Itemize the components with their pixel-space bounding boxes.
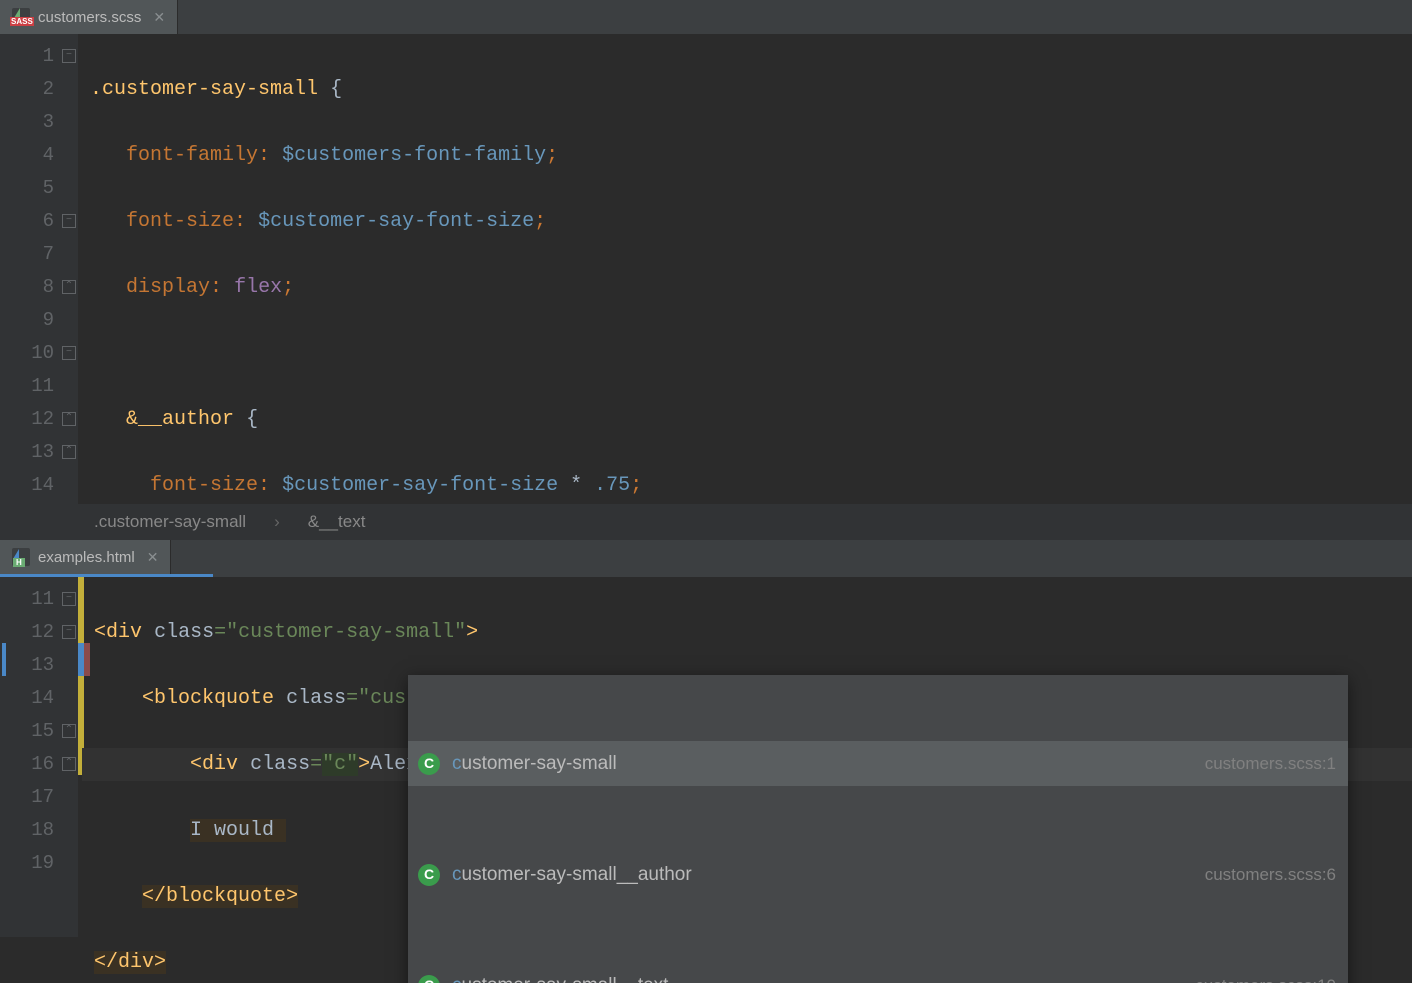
css-class-icon: C <box>418 753 440 775</box>
html-file-icon <box>12 548 30 566</box>
top-gutter: 1− 2 3 4 5 6− 7 8⌃ 9 10− 11 12⌃ 13⌃ 14 <box>0 34 78 504</box>
top-tabbar: customers.scss ✕ <box>0 0 1412 34</box>
autocomplete-popup: C customer-say-small customers.scss:1 C … <box>408 675 1348 983</box>
sass-file-icon <box>12 8 30 26</box>
fold-close-icon[interactable]: ⌃ <box>62 724 76 738</box>
top-editor[interactable]: 1− 2 3 4 5 6− 7 8⌃ 9 10− 11 12⌃ 13⌃ 14 .… <box>0 34 1412 504</box>
autocomplete-label: customer-say-small <box>452 747 1193 780</box>
bottom-gutter: 11− 12− 13 14 15⌃ 16⌃ 17 18 19 <box>0 577 78 937</box>
autocomplete-source: customers.scss:1 <box>1205 747 1336 780</box>
autocomplete-label: customer-say-small__text <box>452 969 1183 983</box>
fold-icon[interactable]: − <box>62 49 76 63</box>
tab-filename: examples.html <box>38 549 135 566</box>
autocomplete-item[interactable]: C customer-say-small__author customers.s… <box>408 852 1348 897</box>
fold-icon[interactable]: − <box>62 625 76 639</box>
autocomplete-source: customers.scss:6 <box>1205 858 1336 891</box>
fold-icon[interactable]: − <box>62 592 76 606</box>
autocomplete-item[interactable]: C customer-say-small__text customers.scs… <box>408 963 1348 983</box>
bottom-code[interactable]: <div class="customer-say-small"> <blockq… <box>78 577 1412 937</box>
fold-close-icon[interactable]: ⌃ <box>62 757 76 771</box>
close-icon[interactable]: ✕ <box>143 549 159 566</box>
fold-close-icon[interactable]: ⌃ <box>62 412 76 426</box>
autocomplete-label: customer-say-small__author <box>452 858 1193 891</box>
fold-icon[interactable]: − <box>62 214 76 228</box>
bottom-editor[interactable]: 11− 12− 13 14 15⌃ 16⌃ 17 18 19 <div clas… <box>0 577 1412 937</box>
css-class-icon: C <box>418 864 440 886</box>
tab-filename: customers.scss <box>38 9 141 26</box>
tab-examples-html[interactable]: examples.html ✕ <box>0 540 171 574</box>
css-class-icon: C <box>418 975 440 983</box>
fold-icon[interactable]: − <box>62 346 76 360</box>
autocomplete-source: customers.scss:10 <box>1195 969 1336 983</box>
autocomplete-item[interactable]: C customer-say-small customers.scss:1 <box>408 741 1348 786</box>
top-code[interactable]: .customer-say-small { font-family: $cust… <box>78 34 1412 504</box>
tab-customers-scss[interactable]: customers.scss ✕ <box>0 0 178 34</box>
close-icon[interactable]: ✕ <box>149 9 165 26</box>
fold-close-icon[interactable]: ⌃ <box>62 445 76 459</box>
fold-close-icon[interactable]: ⌃ <box>62 280 76 294</box>
